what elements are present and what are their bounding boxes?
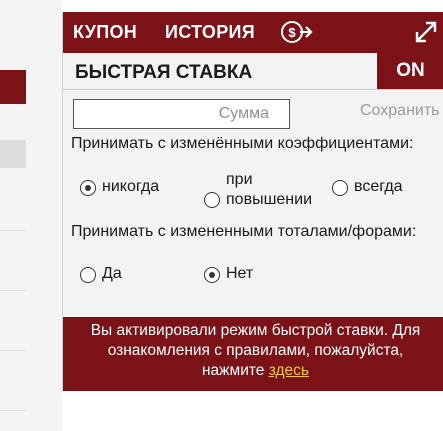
divider	[63, 89, 443, 90]
svg-text:$: $	[288, 25, 296, 40]
background-divider	[0, 410, 26, 411]
background-active-item	[0, 70, 26, 104]
radio-on-increase[interactable]: при повышении	[204, 170, 322, 210]
radio-circle[interactable]	[204, 192, 220, 208]
radio-always[interactable]: всегда	[332, 177, 403, 197]
coupon-exchange-icon[interactable]: $	[280, 18, 314, 46]
background-page	[0, 0, 62, 431]
save-button[interactable]: Сохранить	[360, 102, 440, 120]
radio-label: при повышении	[226, 171, 313, 208]
amount-input[interactable]	[73, 99, 290, 129]
radio-never[interactable]: никогда	[80, 177, 159, 197]
radio-label: Нет	[226, 265, 254, 282]
background-row	[0, 140, 26, 168]
radio-circle-checked[interactable]	[204, 267, 220, 283]
bet-slip-panel: КУПОН ИСТОРИЯ $ БЫСТРАЯ СТАВКА ON Сохран…	[62, 12, 443, 391]
background-divider	[0, 350, 26, 351]
radio-label: Да	[102, 265, 122, 282]
radio-circle-checked[interactable]	[80, 180, 96, 196]
radio-label: никогда	[102, 178, 160, 195]
radio-circle[interactable]	[332, 180, 348, 196]
rules-link[interactable]: здесь	[269, 362, 309, 379]
odds-change-label: Принимать с изменёнными коэффициентами:	[71, 135, 414, 152]
quick-bet-notice: Вы активировали режим быстрой ставки. Дл…	[63, 317, 443, 391]
totals-change-label: Принимать с измененными тоталами/форами:	[71, 223, 417, 240]
bet-slip-header: КУПОН ИСТОРИЯ $	[63, 12, 443, 53]
radio-no[interactable]: Нет	[204, 264, 253, 284]
background-divider	[0, 290, 26, 291]
radio-yes[interactable]: Да	[80, 264, 122, 284]
radio-circle[interactable]	[80, 267, 96, 283]
expand-arrows-icon[interactable]	[412, 18, 440, 46]
tab-history[interactable]: ИСТОРИЯ	[165, 22, 255, 43]
tab-coupon[interactable]: КУПОН	[73, 22, 137, 43]
radio-label: всегда	[354, 178, 403, 195]
background-divider	[0, 230, 26, 231]
quick-bet-toggle[interactable]: ON	[377, 53, 443, 89]
quick-bet-title: БЫСТРАЯ СТАВКА	[75, 62, 253, 83]
notice-text: Вы активировали режим быстрой ставки. Дл…	[90, 322, 421, 379]
